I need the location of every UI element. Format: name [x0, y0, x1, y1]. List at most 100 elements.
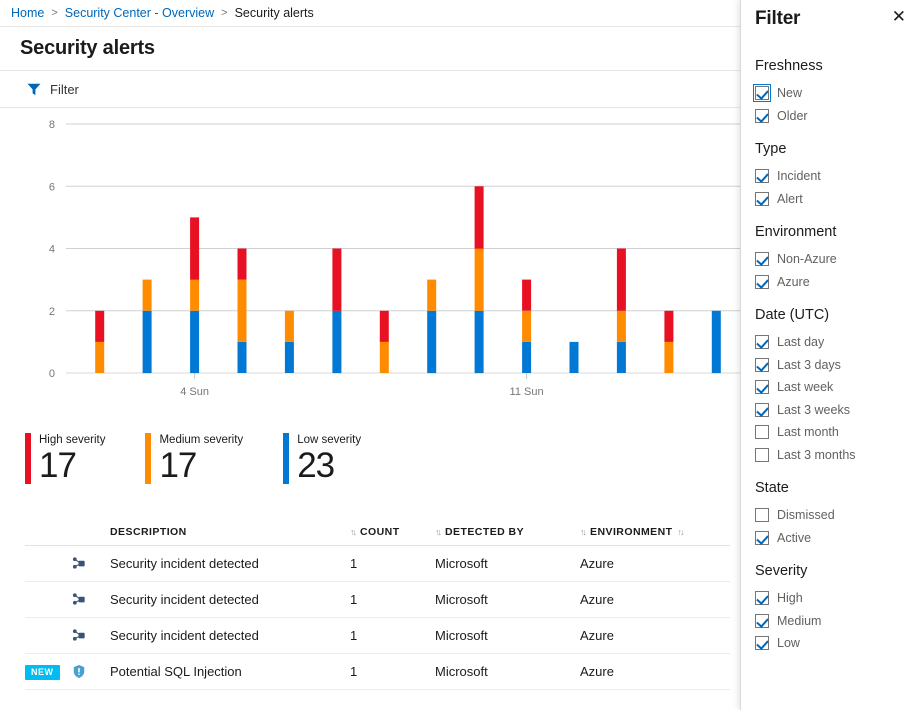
chart-bar-segment-low[interactable] — [474, 310, 484, 374]
severity-legend-item-medium[interactable]: Medium severity 17 — [145, 433, 283, 485]
chart-bar-segment-medium[interactable] — [95, 341, 105, 373]
checkbox-alert[interactable] — [755, 191, 769, 206]
checkbox-last-3-months[interactable] — [755, 447, 769, 462]
chart-bar-segment-low[interactable] — [284, 341, 294, 373]
chart-bar-segment-low[interactable] — [332, 310, 342, 374]
checkbox-last-week[interactable] — [755, 380, 769, 395]
filter-option-last-3-months[interactable]: Last 3 months — [755, 444, 914, 467]
chart-bar-segment-medium[interactable] — [142, 279, 152, 311]
row-detected-by: Microsoft — [435, 556, 488, 571]
filter-group-severity: Severity High Medium Low — [755, 563, 914, 655]
chart-bar-segment-medium[interactable] — [664, 341, 674, 373]
checkbox-incident[interactable] — [755, 169, 769, 184]
row-description: Security incident detected — [110, 556, 259, 571]
filter-option-active[interactable]: Active — [755, 527, 914, 550]
checkbox-dismissed[interactable] — [755, 508, 769, 523]
chart-bar-segment-medium[interactable] — [237, 279, 247, 342]
severity-legend-item-low[interactable]: Low severity 23 — [283, 433, 401, 485]
incident-graph-icon — [72, 629, 85, 641]
chart-bar-segment-medium[interactable] — [427, 279, 437, 311]
row-icon-cell — [72, 592, 110, 607]
checkbox-low[interactable] — [755, 636, 769, 651]
filter-button[interactable]: Filter — [25, 79, 81, 100]
filter-option-incident[interactable]: Incident — [755, 165, 914, 188]
th-detected-by[interactable]: ↑↓ DETECTED BY — [435, 526, 580, 538]
checkbox-medium[interactable] — [755, 613, 769, 628]
chart-bar-segment-medium[interactable] — [474, 248, 484, 311]
chart-bar-segment-medium[interactable] — [284, 310, 294, 342]
chart-bar-segment-high[interactable] — [474, 186, 484, 249]
filter-option-new[interactable]: New — [753, 82, 914, 105]
sort-arrows-icon-detected-by[interactable]: ↑↓ — [580, 527, 587, 537]
th-description[interactable]: DESCRIPTION — [110, 526, 350, 538]
chart-bar-segment-high[interactable] — [332, 248, 342, 311]
chart-bar-segment-medium[interactable] — [379, 341, 389, 373]
chart-bar-segment-medium[interactable] — [522, 310, 532, 342]
chart-bar-segment-low[interactable] — [569, 341, 579, 373]
th-environment[interactable]: ↑↓ ENVIRONMENT ↑↓ — [580, 526, 700, 538]
breadcrumb-separator-2: > — [221, 7, 228, 19]
table-header-row: DESCRIPTION ↑↓ COUNT ↑↓ DETECTED BY ↑↓ E… — [25, 512, 730, 546]
severity-color-bar-low — [283, 433, 290, 484]
checkbox-last-day[interactable] — [755, 335, 769, 350]
filter-option-alert[interactable]: Alert — [755, 188, 914, 211]
filter-option-dismissed[interactable]: Dismissed — [755, 504, 914, 527]
chart-bar-segment-medium[interactable] — [616, 310, 626, 342]
checkbox-azure[interactable] — [755, 274, 769, 289]
filter-option-low[interactable]: Low — [755, 632, 914, 655]
chart-bar-segment-low[interactable] — [190, 310, 200, 374]
chart-bar-segment-high[interactable] — [664, 310, 674, 342]
chart-bar-segment-high[interactable] — [379, 310, 389, 342]
page-title: Security alerts — [0, 27, 740, 71]
chart-bar-segment-low[interactable] — [711, 310, 721, 374]
filter-option-last-3-days[interactable]: Last 3 days — [755, 354, 914, 377]
filter-option-label: New — [777, 86, 803, 101]
chart-bar-segment-low[interactable] — [616, 341, 626, 373]
filter-option-last-week[interactable]: Last week — [755, 376, 914, 399]
chart-bar-segment-high[interactable] — [190, 217, 200, 280]
filter-option-last-day[interactable]: Last day — [755, 331, 914, 354]
sort-arrows-icon-count[interactable]: ↑↓ — [435, 527, 442, 537]
th-detected-by-label: DETECTED BY — [445, 526, 525, 538]
filter-option-last-3-weeks[interactable]: Last 3 weeks — [755, 399, 914, 422]
row-description: Security incident detected — [110, 628, 259, 643]
checkbox-last-month[interactable] — [755, 425, 769, 440]
filter-option-non-azure[interactable]: Non-Azure — [755, 248, 914, 271]
checkbox-older[interactable] — [755, 108, 769, 123]
chart-bar-segment-high[interactable] — [616, 248, 626, 311]
filter-option-label: High — [777, 591, 803, 606]
chart-bar-segment-low[interactable] — [522, 341, 532, 373]
chart-bar-segment-high[interactable] — [237, 248, 247, 280]
chart-bar-segment-medium[interactable] — [190, 279, 200, 311]
filter-group-title: State — [755, 480, 789, 496]
checkbox-last-3-weeks[interactable] — [755, 402, 769, 417]
th-count[interactable]: ↑↓ COUNT — [350, 526, 435, 538]
breadcrumb-security-center-overview[interactable]: Security Center - Overview — [65, 6, 214, 20]
y-axis-tick-label: 8 — [49, 119, 55, 131]
table-row[interactable]: Security incident detected 1 Microsoft Azur… — [25, 618, 730, 654]
chart-bar-segment-high[interactable] — [95, 310, 105, 342]
checkbox-new[interactable] — [753, 84, 771, 103]
filter-option-azure[interactable]: Azure — [755, 271, 914, 294]
checkbox-last-3-days[interactable] — [755, 357, 769, 372]
sort-arrows-icon-environment[interactable]: ↑↓ — [678, 527, 685, 537]
checkbox-active[interactable] — [755, 530, 769, 545]
severity-legend-item-high[interactable]: High severity 17 — [25, 433, 145, 485]
checkbox-non-azure[interactable] — [755, 252, 769, 267]
chart-bar-segment-low[interactable] — [142, 310, 152, 374]
chart-bar-segment-high[interactable] — [522, 279, 532, 311]
severity-legend-label-medium: Medium severity — [159, 434, 244, 446]
filter-option-medium[interactable]: Medium — [755, 610, 914, 633]
chart-bar-segment-low[interactable] — [427, 310, 437, 374]
breadcrumb-home[interactable]: Home — [11, 6, 44, 20]
filter-option-high[interactable]: High — [755, 587, 914, 610]
table-row[interactable]: Security incident detected 1 Microsoft Azur… — [25, 582, 730, 618]
table-row[interactable]: Security incident detected 1 Microsoft Azur… — [25, 546, 730, 582]
chart-bar-segment-low[interactable] — [237, 341, 247, 373]
filter-option-older[interactable]: Older — [755, 105, 914, 128]
table-row[interactable]: NEW Potential SQL Injection 1 Microsoft Azur… — [25, 654, 730, 690]
checkbox-high[interactable] — [755, 591, 769, 606]
filter-option-last-month[interactable]: Last month — [755, 421, 914, 444]
sort-arrows-icon-description[interactable]: ↑↓ — [350, 527, 357, 537]
close-icon[interactable]: ✕ — [892, 8, 906, 26]
